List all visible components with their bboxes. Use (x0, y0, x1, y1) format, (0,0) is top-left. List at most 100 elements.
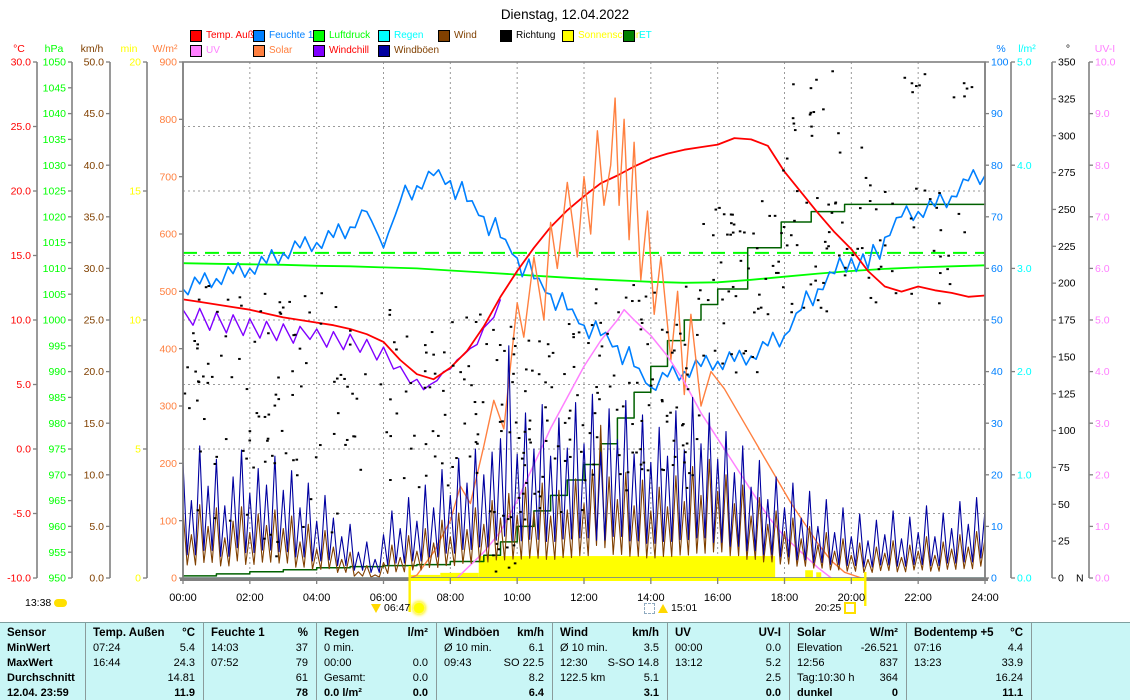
svg-text:500: 500 (159, 286, 177, 298)
col-name: Wind (560, 627, 588, 639)
svg-text:400: 400 (159, 343, 177, 355)
svg-text:1040: 1040 (43, 108, 67, 120)
table-row-label: Sensor (0, 625, 85, 641)
svg-text:40: 40 (991, 366, 1003, 378)
svg-text:15.0: 15.0 (11, 250, 32, 262)
svg-text:70: 70 (991, 211, 1003, 223)
svg-text:0.0: 0.0 (16, 444, 31, 456)
moonrise-marker: 15:01 (644, 601, 697, 615)
svg-text:5.0: 5.0 (89, 521, 104, 533)
cell-label: 0.0 l/m² (324, 687, 362, 699)
svg-text:km/h: km/h (81, 43, 104, 55)
svg-text:200: 200 (1058, 278, 1076, 290)
svg-text:7.0: 7.0 (1095, 211, 1110, 223)
svg-text:60: 60 (991, 263, 1003, 275)
svg-text:955: 955 (48, 547, 66, 559)
svg-text:75: 75 (1058, 462, 1070, 474)
series-windchill (183, 299, 501, 389)
cell-value: 4.4 (1008, 642, 1023, 654)
cell-label: 122.5 km (560, 672, 605, 684)
svg-text:24:00: 24:00 (971, 592, 999, 604)
col-unit: % (298, 627, 308, 639)
svg-text:20: 20 (991, 469, 1003, 481)
cell-value: 11.9 (174, 687, 195, 699)
svg-text:5.0: 5.0 (1017, 57, 1032, 69)
svg-text:04:00: 04:00 (303, 592, 331, 604)
open-square-icon (844, 602, 856, 614)
cell-label: Gesamt: (324, 672, 366, 684)
svg-text:10.0: 10.0 (84, 469, 105, 481)
col-unit: °C (1010, 627, 1023, 639)
cell-value: 6.1 (529, 642, 544, 654)
svg-text:10.0: 10.0 (1095, 57, 1116, 69)
col-name: Regen (324, 627, 359, 639)
cell-label: 07:16 (914, 642, 942, 654)
cell-value: 33.9 (1002, 657, 1023, 669)
col-name: Feuchte 1 (211, 627, 265, 639)
svg-text:40.0: 40.0 (84, 160, 105, 172)
row-label: MaxWert (7, 657, 53, 669)
svg-text:1010: 1010 (43, 263, 67, 275)
cell-value: 837 (880, 657, 898, 669)
svg-text:1000: 1000 (43, 315, 67, 327)
table-row-label: 12.04. 23:59 (0, 685, 85, 700)
svg-text:990: 990 (48, 366, 66, 378)
dashed-box-icon (644, 603, 655, 614)
svg-text:20: 20 (129, 57, 141, 69)
cell-label: 07:52 (211, 657, 239, 669)
svg-text:175: 175 (1058, 315, 1076, 327)
svg-text:1050: 1050 (43, 57, 67, 69)
sunrise-marker: 06:47 (371, 601, 425, 615)
sunset-marker: 20:25 (815, 601, 856, 615)
svg-text:975: 975 (48, 444, 66, 456)
cell-value: 61 (296, 672, 308, 684)
cell-value: 5.1 (644, 672, 659, 684)
svg-text:950: 950 (48, 573, 66, 585)
svg-text:80: 80 (991, 160, 1003, 172)
table-filler (1032, 623, 1130, 700)
svg-text:0.0: 0.0 (1017, 573, 1032, 585)
moonset-time: 13:38 (25, 597, 51, 609)
cell-label: 13:12 (675, 657, 703, 669)
cell-label: 0 min. (324, 642, 354, 654)
svg-text:3.0: 3.0 (1095, 418, 1110, 430)
moonrise-time: 15:01 (671, 602, 697, 614)
col-unit: km/h (517, 627, 544, 639)
cell-value: 5.2 (766, 657, 781, 669)
moonset-marker: 13:38 (25, 596, 67, 610)
cell-value: 0.0 (766, 687, 781, 699)
svg-text:900: 900 (159, 57, 177, 69)
sunset-time: 20:25 (815, 602, 841, 614)
table-cell-row: Ø 10 min.3.5 (553, 641, 667, 656)
cell-value: 79 (296, 657, 308, 669)
cell-label: Ø 10 min. (560, 642, 608, 654)
svg-text:25.0: 25.0 (84, 315, 105, 327)
table-column-windb-en: Windböenkm/hØ 10 min.6.109:43SO 22.58.26… (437, 623, 553, 700)
svg-text:25.0: 25.0 (11, 121, 32, 133)
svg-text:125: 125 (1058, 388, 1076, 400)
svg-text:30.0: 30.0 (11, 57, 32, 69)
svg-text:250: 250 (1058, 204, 1076, 216)
table-cell-row: 3.1 (553, 685, 667, 700)
svg-text:9.0: 9.0 (1095, 108, 1110, 120)
table-cell-row: 0.0 l/m²0.0 (317, 685, 436, 700)
svg-text:2.0: 2.0 (1017, 366, 1032, 378)
sunrise-time: 06:47 (384, 602, 410, 614)
row-label: MinWert (7, 642, 50, 654)
svg-text:l/m²: l/m² (1018, 43, 1036, 55)
table-cell-row: 8.2 (437, 670, 552, 685)
svg-text:16:00: 16:00 (704, 592, 732, 604)
svg-text:50: 50 (991, 315, 1003, 327)
cell-value: 0 (892, 687, 898, 699)
svg-text:0.0: 0.0 (89, 573, 104, 585)
svg-text:6.0: 6.0 (1095, 263, 1110, 275)
cell-value: 37 (296, 642, 308, 654)
table-cell-row: 11.9 (86, 685, 203, 700)
cell-value: 6.4 (529, 687, 544, 699)
svg-text:2.0: 2.0 (1095, 469, 1110, 481)
table-column-temp-au-en: Temp. Außen°C07:245.416:4424.314.8111.9 (86, 623, 204, 700)
svg-text:200: 200 (159, 458, 177, 470)
cell-label: Elevation (797, 642, 842, 654)
table-cell-row: dunkel0 (790, 685, 906, 700)
svg-text:970: 970 (48, 469, 66, 481)
